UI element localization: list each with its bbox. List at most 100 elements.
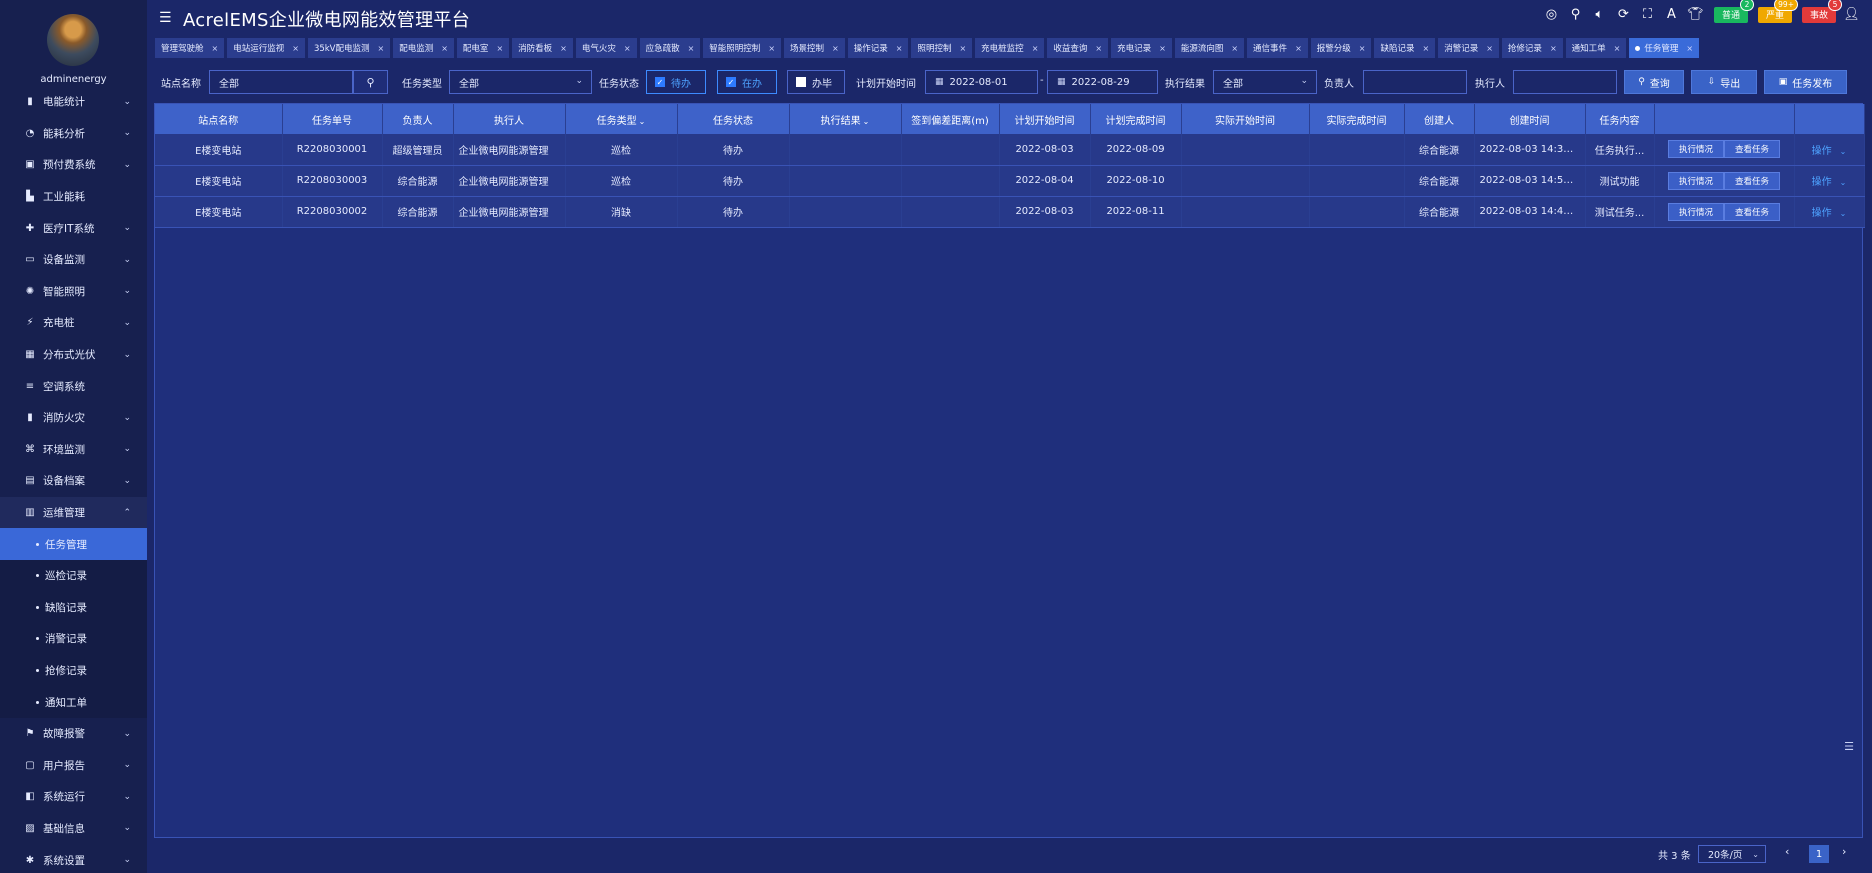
tab[interactable]: 收益查询 × [1047, 38, 1109, 58]
avatar[interactable] [47, 14, 99, 66]
sidebar-item[interactable]: ✚ 医疗IT系统 ⌄ [0, 212, 147, 244]
close-icon[interactable]: × [768, 44, 775, 53]
column-settings-icon[interactable]: ☰ [1844, 740, 1854, 753]
tab[interactable]: 管理驾驶舱 × [155, 38, 225, 58]
tab[interactable]: 电气火灾 × [575, 38, 637, 58]
publish-task-button[interactable]: ▣ 任务发布 [1764, 70, 1847, 94]
status-inprogress-checkbox[interactable]: ✓ 在办 [717, 70, 777, 94]
sort-chevron-icon[interactable]: ⌄ [639, 117, 646, 126]
sidebar-item[interactable]: ▥ 运维管理 ⌃ [0, 496, 147, 529]
station-search-button[interactable]: ⚲ [353, 70, 388, 94]
close-icon[interactable]: × [832, 44, 839, 53]
tab[interactable]: 照明控制 × [911, 38, 973, 58]
exec-status-button[interactable]: 执行情况 [1668, 202, 1724, 221]
owner-input[interactable] [1363, 70, 1467, 94]
next-page-icon[interactable]: › [1842, 845, 1846, 858]
exec-status-button[interactable]: 执行情况 [1668, 140, 1724, 159]
sidebar-item[interactable]: ≡ 空调系统 [0, 370, 147, 402]
alarm-button[interactable]: 事故 5 [1801, 0, 1842, 23]
date-to-input[interactable]: ▦ 2022-08-29 [1047, 70, 1158, 94]
close-icon[interactable]: × [1614, 44, 1621, 53]
exec-status-button[interactable]: 执行情况 [1668, 171, 1724, 190]
page-number-current[interactable]: 1 [1809, 845, 1829, 863]
task-type-select[interactable]: 全部 ⌄ [449, 70, 592, 94]
tab[interactable]: 缺陷记录 × [1374, 38, 1436, 58]
tab[interactable]: 通信事件 × [1247, 38, 1308, 58]
tab-active[interactable]: 任务管理 × [1629, 38, 1700, 58]
export-button[interactable]: ⇩ 导出 [1691, 70, 1757, 94]
close-icon[interactable]: × [1359, 44, 1366, 53]
tab[interactable]: 抢修记录 × [1501, 38, 1563, 58]
station-input[interactable]: 全部 [209, 70, 353, 94]
close-icon[interactable]: × [1159, 44, 1166, 53]
sidebar-subitem[interactable]: 抢修记录 [0, 654, 147, 687]
close-icon[interactable]: × [896, 44, 903, 53]
view-task-button[interactable]: 查看任务 [1724, 171, 1780, 190]
close-icon[interactable]: × [1295, 44, 1302, 53]
sidebar-item[interactable]: ▮ 电能统计 ⌄ [0, 86, 147, 118]
tab[interactable]: 充电记录 × [1111, 38, 1172, 58]
sidebar-subitem[interactable]: 通知工单 [0, 686, 147, 718]
sidebar-item[interactable]: ▙ 工业能耗 [0, 181, 147, 213]
view-task-button[interactable]: 查看任务 [1724, 202, 1780, 221]
tab[interactable]: 智能照明控制 × [703, 38, 782, 58]
volume-icon[interactable]: 🔈︎ [1591, 6, 1608, 23]
fullscreen-icon[interactable]: ⛶ [1639, 6, 1656, 23]
status-pending-checkbox[interactable]: ✓ 待办 [646, 70, 706, 94]
close-icon[interactable]: × [292, 44, 299, 53]
sidebar-item[interactable]: ✺ 智能照明 ⌄ [0, 276, 147, 308]
sidebar-item[interactable]: ✱ 系统设置 ⌄ [0, 844, 147, 873]
tab[interactable]: 35kV配电监测 × [307, 38, 391, 58]
close-icon[interactable]: × [560, 44, 567, 53]
sidebar-item[interactable]: ▣ 预付费系统 ⌄ [0, 149, 147, 181]
tab[interactable]: 充电桩监控 × [975, 38, 1045, 58]
alarm-button[interactable]: 普通 2 [1713, 0, 1754, 23]
close-icon[interactable]: × [1032, 44, 1039, 53]
table-row[interactable]: E楼变电站 R2208030003 综合能源 企业微电网能源管理 巡检 待办 2022-08… [155, 165, 1865, 197]
close-icon[interactable]: × [441, 44, 448, 53]
result-select[interactable]: 全部 ⌄ [1213, 70, 1317, 94]
tab[interactable]: 电站运行监视 × [227, 38, 305, 58]
tab[interactable]: 能源流向图 × [1174, 38, 1245, 58]
font-size-icon[interactable]: A [1663, 6, 1680, 23]
alarm-button[interactable]: 严重 99+ [1757, 0, 1798, 23]
close-icon[interactable]: × [378, 44, 385, 53]
tab[interactable]: 消警记录 × [1438, 38, 1499, 58]
sidebar-item[interactable]: ▦ 分布式光伏 ⌄ [0, 339, 147, 371]
sidebar-subitem[interactable]: 消警记录 [0, 623, 147, 655]
close-icon[interactable]: × [1686, 44, 1693, 53]
tab[interactable]: 应急疏散 × [639, 38, 701, 58]
tab[interactable]: 配电室 × [456, 38, 510, 58]
tab[interactable]: 消防看板 × [512, 38, 573, 58]
table-row[interactable]: E楼变电站 R2208030001 超级管理员 企业微电网能源管理 巡检 待办 2022-0… [155, 134, 1865, 166]
help-ring-icon[interactable]: ◎ [1543, 6, 1560, 23]
close-icon[interactable]: × [1095, 44, 1102, 53]
prev-page-icon[interactable]: ‹ [1785, 845, 1789, 858]
close-icon[interactable]: × [212, 44, 219, 53]
close-icon[interactable]: × [1550, 44, 1557, 53]
tab[interactable]: 通知工单 × [1565, 38, 1627, 58]
column-header[interactable]: 任务类型 ⌄ [565, 104, 678, 134]
page-size-select[interactable]: 20条/页 ⌄ [1698, 845, 1766, 863]
close-icon[interactable]: × [624, 44, 631, 53]
view-task-button[interactable]: 查看任务 [1724, 140, 1780, 159]
executor-input[interactable] [1513, 70, 1617, 94]
sidebar-item[interactable]: ⚡ 充电桩 ⌄ [0, 307, 147, 339]
operation-dropdown[interactable]: 操作 ⌄ [1812, 146, 1847, 157]
sidebar-item[interactable]: ▤ 设备档案 ⌄ [0, 465, 147, 497]
tab[interactable]: 配电监测 × [393, 38, 454, 58]
sidebar-item[interactable]: ▮ 消防火灾 ⌄ [0, 402, 147, 434]
column-header[interactable]: 执行结果 ⌄ [789, 104, 902, 134]
refresh-icon[interactable]: ⟳ [1615, 6, 1632, 23]
close-icon[interactable]: × [1486, 44, 1493, 53]
operation-dropdown[interactable]: 操作 ⌄ [1812, 208, 1847, 219]
close-icon[interactable]: × [688, 44, 695, 53]
search-icon[interactable]: ⚲ [1567, 6, 1584, 23]
sidebar-item[interactable]: ⚑ 故障报警 ⌄ [0, 718, 147, 750]
close-icon[interactable]: × [959, 44, 966, 53]
sidebar-item[interactable]: ◧ 系统运行 ⌄ [0, 781, 147, 813]
sidebar-item[interactable]: ⌘ 环境监测 ⌄ [0, 434, 147, 466]
operation-dropdown[interactable]: 操作 ⌄ [1812, 177, 1847, 188]
date-from-input[interactable]: ▦ 2022-08-01 [925, 70, 1038, 94]
sidebar-item[interactable]: ▨ 基础信息 ⌄ [0, 813, 147, 845]
